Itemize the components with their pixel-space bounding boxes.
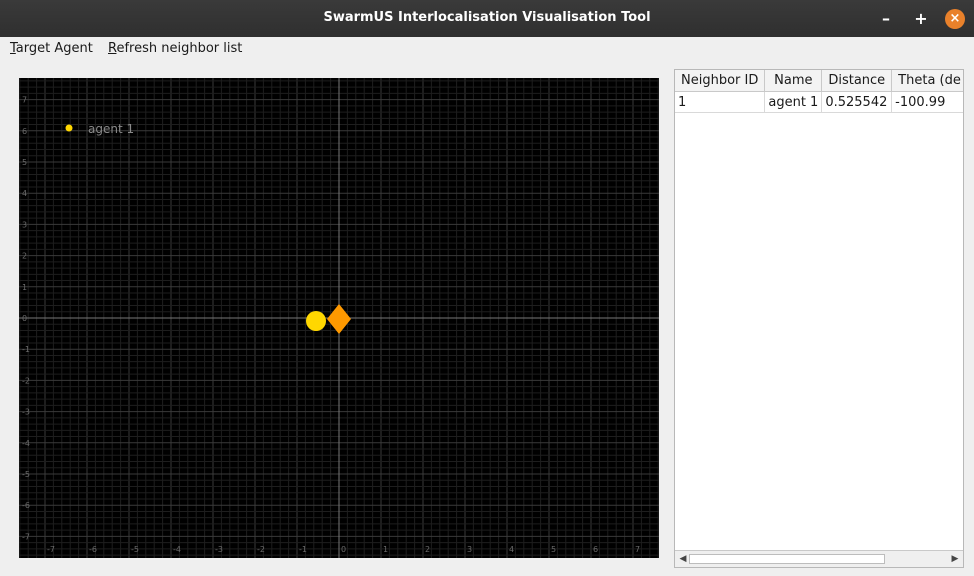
header-neighbor-id[interactable]: Neighbor ID	[675, 70, 766, 92]
localisation-plot[interactable]: -7 -6 -5 -4 -3 -2 -1 0 1 2 3 4 5 6 7 7 6 5 4 3 2 1 0 -1 -2 -3 -4 -5…	[19, 78, 659, 558]
x-tick-label: 5	[551, 545, 556, 554]
y-tick-label: 0	[22, 314, 27, 323]
scrollbar-thumb[interactable]	[689, 554, 885, 564]
x-tick-label: -4	[173, 545, 181, 554]
menu-refresh-neighbor-list[interactable]: Refresh neighbor list	[108, 41, 242, 56]
x-tick-label: -5	[131, 545, 139, 554]
y-tick-label: 6	[22, 127, 27, 136]
x-tick-label: 2	[425, 545, 430, 554]
horizontal-scrollbar[interactable]: ◀ ▶	[675, 550, 963, 567]
cell-name[interactable]: agent 1	[764, 91, 823, 113]
y-tick-label: 3	[22, 220, 27, 229]
x-tick-label: -2	[257, 545, 265, 554]
x-tick-label: -6	[89, 545, 97, 554]
agent-legend-marker	[65, 124, 73, 132]
x-tick-label: -7	[47, 545, 55, 554]
y-tick-label: -1	[22, 345, 30, 354]
cell-neighbor-id[interactable]: 1	[675, 91, 766, 113]
cell-distance[interactable]: 0.525542	[821, 91, 893, 113]
minimize-button[interactable]: –	[876, 9, 896, 29]
x-tick-label: -3	[215, 545, 223, 554]
close-button[interactable]: ×	[945, 9, 965, 29]
menu-target-agent[interactable]: Target Agent	[10, 41, 93, 56]
title-bar: SwarmUS Interlocalisation Visualisation …	[0, 0, 974, 37]
menu-label: arget Agent	[15, 41, 93, 56]
menu-label: efresh neighbor list	[116, 41, 243, 56]
x-tick-label: 6	[593, 545, 598, 554]
table-header-row: Neighbor ID Name Distance Theta (de	[675, 70, 963, 92]
window-title: SwarmUS Interlocalisation Visualisation …	[323, 10, 651, 25]
x-tick-label: 0	[341, 545, 346, 554]
x-tick-label: 1	[383, 545, 388, 554]
scroll-left-icon[interactable]: ◀	[677, 553, 689, 565]
header-distance[interactable]: Distance	[821, 70, 893, 92]
neighbor-table[interactable]: Neighbor ID Name Distance Theta (de 1 ag…	[674, 69, 964, 568]
y-tick-label: -4	[22, 439, 30, 448]
plot-canvas[interactable]: -7 -6 -5 -4 -3 -2 -1 0 1 2 3 4 5 6 7 7 6 5 4 3 2 1 0 -1 -2 -3 -4 -5…	[19, 78, 659, 558]
y-tick-label: 4	[22, 189, 27, 198]
x-tick-label: 4	[509, 545, 514, 554]
y-tick-label: 2	[22, 252, 27, 261]
y-tick-label: 7	[22, 96, 27, 105]
x-tick-label: -1	[299, 545, 307, 554]
y-tick-label: -2	[22, 376, 30, 385]
y-tick-label: -5	[22, 470, 30, 479]
x-tick-label: 7	[635, 545, 640, 554]
y-tick-label: 5	[22, 158, 27, 167]
cell-theta[interactable]: -100.99	[891, 91, 963, 113]
y-tick-label: -7	[22, 532, 30, 541]
table-row[interactable]: 1 agent 1 0.525542 -100.99	[675, 91, 963, 113]
scroll-right-icon[interactable]: ▶	[949, 553, 961, 565]
y-tick-label: -6	[22, 501, 30, 510]
agent-legend-label: agent 1	[88, 122, 135, 136]
x-tick-label: 3	[467, 545, 472, 554]
menu-bar: Target Agent Refresh neighbor list	[0, 37, 974, 60]
y-tick-label: 1	[22, 283, 27, 292]
maximize-button[interactable]: +	[911, 9, 931, 29]
agent-marker	[306, 311, 326, 331]
header-name[interactable]: Name	[764, 70, 823, 92]
header-theta[interactable]: Theta (de	[891, 70, 963, 92]
y-tick-label: -3	[22, 408, 30, 417]
